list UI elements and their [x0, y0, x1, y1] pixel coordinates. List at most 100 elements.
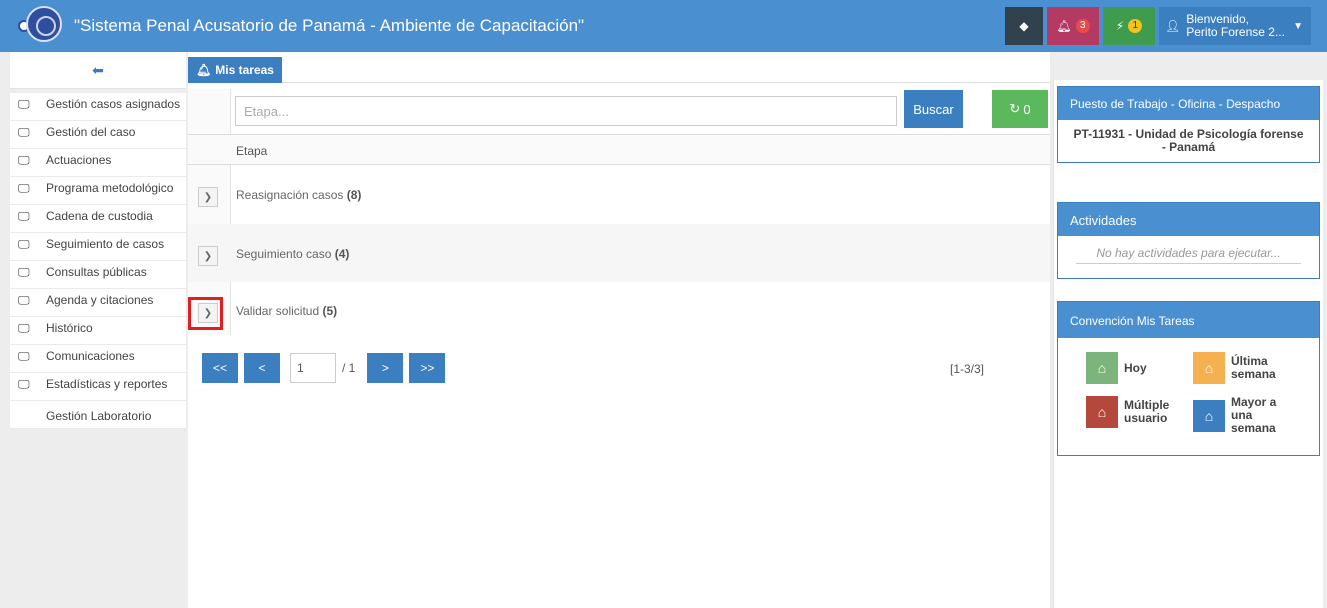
- workstation-value: PT-11931 - Unidad de Psicología forense …: [1073, 127, 1304, 154]
- row-count: (4): [334, 247, 350, 261]
- table-row: ❯ Reasignación casos (8): [188, 165, 1050, 223]
- app-title: "Sistema Penal Acusatorio de Panamá - Am…: [74, 16, 585, 35]
- sidebar-item-label: Programa metodológico: [46, 181, 174, 195]
- notifications-button[interactable]: 🔔︎ 3: [1047, 7, 1099, 45]
- bell-icon: 🔔︎: [196, 63, 212, 77]
- bolt-icon: ⚡︎: [1115, 19, 1125, 33]
- table-row: ❯ Validar solicitud (5): [188, 283, 1050, 341]
- user-menu-button[interactable]: 👤︎ Bienvenido, Perito Forense 2... ▼: [1159, 7, 1311, 45]
- legend-label: Hoy: [1124, 360, 1147, 375]
- sidebar-item-gestion-casos-asignados[interactable]: 🖵︎ Gestión casos asignados: [10, 93, 186, 121]
- sidebar-item-label: Actuaciones: [46, 153, 112, 167]
- column-header-etapa: Etapa: [236, 144, 268, 158]
- sidebar-item-label: Consultas públicas: [46, 265, 147, 279]
- sidebar-item-label: Comunicaciones: [46, 349, 135, 363]
- sidebar-item-estadisticas-y-reportes[interactable]: 🖵︎ Estadísticas y reportes: [10, 373, 186, 401]
- tag-button[interactable]: ◆: [1005, 7, 1043, 45]
- alerts-badge: 1: [1128, 19, 1143, 33]
- arrow-left-circle-icon: ⬅︎: [92, 61, 104, 78]
- pagination: << < / 1 > >>: [202, 353, 451, 383]
- monitor-icon: 🖵︎: [18, 265, 30, 279]
- workstation-card: Puesto de Trabajo - Oficina - Despacho P…: [1057, 86, 1320, 163]
- sidebar-item-label: Gestión del caso: [46, 125, 136, 139]
- monitor-icon: 🖵︎: [18, 153, 30, 167]
- highlight-box: [188, 297, 223, 330]
- sidebar-item-comunicaciones[interactable]: 🖵︎ Comunicaciones: [10, 345, 186, 373]
- next-page-button[interactable]: >: [367, 353, 404, 383]
- home-icon: ⌂: [1086, 396, 1118, 428]
- prev-page-button[interactable]: <: [244, 353, 280, 383]
- legend-item-ultima-semana: ⌂ Última semana: [1193, 352, 1279, 384]
- expand-button[interactable]: ❯: [198, 246, 218, 266]
- legend-item-mayor-a-una-semana: ⌂ Mayor a una semana: [1193, 396, 1287, 435]
- sidebar-item-actuaciones[interactable]: 🖵︎ Actuaciones: [10, 149, 186, 177]
- legend-card: Convención Mis Tareas ⌂ Hoy ⌂ Última sem…: [1057, 301, 1320, 456]
- sidebar-item-label: Gestión casos asignados: [46, 97, 181, 111]
- legend-item-hoy: ⌂ Hoy: [1086, 352, 1147, 384]
- row-name: Seguimiento caso: [236, 247, 332, 261]
- sidebar-item-programa-metodologico[interactable]: 🖵︎ Programa metodológico: [10, 177, 186, 205]
- home-icon: ⌂: [1193, 399, 1225, 432]
- chevron-right-icon: ❯: [203, 250, 213, 262]
- row-name: Reasignación casos: [236, 188, 344, 202]
- alerts-button[interactable]: ⚡︎ 1: [1103, 7, 1155, 45]
- activities-empty-text: No hay actividades para ejecutar...: [1076, 246, 1301, 264]
- user-name: Perito Forense 2...: [1186, 25, 1285, 39]
- sidebar-menu: 🖵︎ Gestión casos asignados 🖵︎ Gestión del …: [10, 93, 186, 429]
- sidebar-item-gestion-laboratorio[interactable]: Gestión Laboratorio: [10, 401, 186, 429]
- tab-bar: 🔔︎ Mis tareas: [188, 52, 1050, 83]
- monitor-icon: 🖵︎: [18, 181, 30, 195]
- sidebar-item-consultas-publicas[interactable]: 🖵︎ Consultas públicas: [10, 261, 186, 289]
- refresh-button[interactable]: ↻ 0: [992, 90, 1048, 128]
- activities-card: Actividades No hay actividades para ejec…: [1057, 202, 1320, 279]
- tab-label: Mis tareas: [215, 63, 274, 77]
- sidebar-collapse-button[interactable]: ⬅︎: [10, 52, 186, 89]
- row-count: (5): [322, 304, 338, 318]
- search-row: Buscar ↻ 0: [188, 89, 1050, 133]
- workstation-title: Puesto de Trabajo - Oficina - Despacho: [1058, 87, 1319, 120]
- row-label: Validar solicitud (5): [236, 304, 337, 318]
- main-panel: 🔔︎ Mis tareas Buscar ↻ 0 Etapa ❯ Reasign…: [188, 52, 1050, 608]
- sidebar-item-historico[interactable]: 🖵︎ Histórico: [10, 317, 186, 345]
- legend-item-multiple-usuario: ⌂ Múltiple usuario: [1086, 396, 1180, 428]
- monitor-icon: 🖵︎: [18, 349, 30, 363]
- tab-mis-tareas[interactable]: 🔔︎ Mis tareas: [188, 57, 282, 83]
- refresh-icon: ↻: [1009, 101, 1021, 116]
- monitor-icon: 🖵︎: [18, 293, 30, 307]
- sidebar-item-seguimiento-de-casos[interactable]: 🖵︎ Seguimiento de casos: [10, 233, 186, 261]
- expand-button[interactable]: ❯: [198, 187, 218, 207]
- top-bar: "Sistema Penal Acusatorio de Panamá - Am…: [0, 0, 1327, 52]
- monitor-icon: 🖵︎: [18, 377, 30, 391]
- legend-label: Mayor a una semana: [1231, 395, 1277, 435]
- notifications-badge: 3: [1075, 19, 1090, 33]
- row-count: (8): [346, 188, 362, 202]
- page-input[interactable]: [290, 353, 336, 383]
- search-button[interactable]: Buscar: [904, 90, 963, 128]
- tag-icon: ◆: [1019, 19, 1029, 33]
- sidebar-item-label: Cadena de custodia: [46, 209, 153, 223]
- sidebar-item-label: Gestión Laboratorio: [46, 409, 152, 423]
- table-header: Etapa: [188, 134, 1050, 165]
- row-label: Seguimiento caso (4): [236, 247, 349, 261]
- logo: [18, 6, 66, 46]
- first-page-button[interactable]: <<: [202, 353, 238, 383]
- chevron-right-icon: ❯: [203, 191, 213, 203]
- row-label: Reasignación casos (8): [236, 188, 361, 202]
- monitor-icon: 🖵︎: [18, 125, 30, 139]
- monitor-icon: 🖵︎: [18, 209, 30, 223]
- sidebar-item-cadena-de-custodia[interactable]: 🖵︎ Cadena de custodia: [10, 205, 186, 233]
- refresh-count: 0: [1023, 101, 1031, 117]
- home-icon: ⌂: [1086, 352, 1118, 384]
- sidebar-item-gestion-del-caso[interactable]: 🖵︎ Gestión del caso: [10, 121, 186, 149]
- sidebar-item-label: Seguimiento de casos: [46, 237, 165, 251]
- sidebar: ⬅︎ 🖵︎ Gestión casos asignados 🖵︎ Gestión d…: [10, 52, 186, 608]
- bell-icon: 🔔︎: [1056, 19, 1072, 33]
- legend-label: Última semana: [1231, 354, 1276, 381]
- home-icon: ⌂: [1193, 352, 1225, 384]
- legend-label: Múltiple usuario: [1124, 398, 1170, 425]
- sidebar-item-agenda-y-citaciones[interactable]: 🖵︎ Agenda y citaciones: [10, 289, 186, 317]
- record-range: [1-3/3]: [950, 362, 985, 376]
- search-input[interactable]: [235, 96, 897, 126]
- last-page-button[interactable]: >>: [409, 353, 446, 383]
- user-icon: 👤︎: [1165, 19, 1181, 33]
